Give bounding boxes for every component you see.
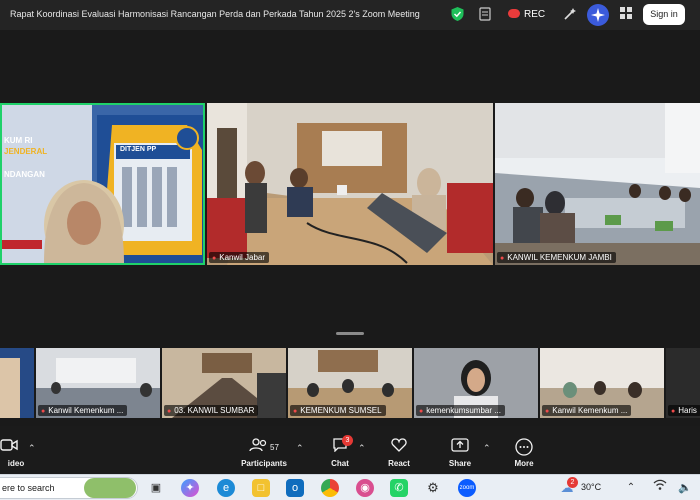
- temperature-readout: 30°C: [581, 482, 602, 492]
- ditjen-sign: DITJEN PP: [120, 146, 157, 153]
- participant-name: Kanwil Jabar: [219, 253, 266, 262]
- participant-name-label: ● KEMENKUM SUMSEL: [290, 405, 386, 416]
- copilot-icon[interactable]: ✦: [181, 479, 199, 497]
- participants-count: 57: [270, 443, 279, 452]
- chat-options-chevron-icon[interactable]: ⌃: [358, 443, 366, 454]
- participant-name: Kanwil Kemenkum ...: [552, 406, 628, 415]
- show-hidden-icons-chevron-icon[interactable]: ⌃: [622, 479, 640, 497]
- magic-wand-icon[interactable]: [562, 7, 578, 23]
- react-label: React: [388, 459, 410, 468]
- wifi-icon[interactable]: [651, 479, 669, 497]
- participant-name: 03. KANWIL SUMBAR: [174, 406, 255, 415]
- room-video: [495, 103, 700, 265]
- strip-tile-1[interactable]: ● Kanwil Kemenkum ...: [36, 348, 160, 418]
- weather-badge: 2: [567, 477, 578, 488]
- strip-tile-2[interactable]: ● 03. KANWIL SUMBAR: [162, 348, 286, 418]
- search-placeholder: ere to search: [2, 483, 55, 493]
- window-title: Rapat Koordinasi Evaluasi Harmonisasi Ra…: [10, 9, 420, 19]
- share-options-chevron-icon[interactable]: ⌃: [483, 443, 491, 454]
- grid-view-icon[interactable]: [619, 7, 633, 23]
- video-tile-kanwil-jambi[interactable]: ● KANWIL KEMENKUM JAMBI: [495, 103, 700, 265]
- muted-mic-icon: ●: [500, 255, 505, 262]
- task-view-icon[interactable]: ▣: [147, 479, 165, 497]
- participant-name: kemenkumsumbar ...: [426, 406, 501, 415]
- strip-tile-partial[interactable]: [0, 348, 34, 418]
- participant-name-label: ● Kanwil Kemenkum ...: [38, 405, 128, 416]
- meeting-stage: KUM RI JENDERAL NDANGAN DITJEN PP ● Kanw…: [0, 30, 700, 426]
- banner-line-1: KUM RI: [4, 136, 33, 145]
- ai-companion-icon[interactable]: [587, 4, 609, 26]
- participant-name-label: ● KANWIL KEMENKUM JAMBI: [497, 252, 616, 263]
- muted-mic-icon: ●: [212, 255, 217, 262]
- participant-name: Kanwil Kemenkum ...: [48, 406, 124, 415]
- muted-mic-icon: ●: [419, 408, 424, 415]
- strip-tile-3[interactable]: ● KEMENKUM SUMSEL: [288, 348, 412, 418]
- participant-name-label: ● kemenkumsumbar ...: [416, 405, 505, 416]
- participants-options-chevron-icon[interactable]: ⌃: [296, 443, 304, 454]
- muted-mic-icon: ●: [167, 408, 172, 415]
- banner-line-2: JENDERAL: [4, 147, 48, 156]
- whatsapp-icon[interactable]: ✆: [390, 479, 408, 497]
- more-label: More: [514, 459, 534, 468]
- share-label: Share: [448, 459, 472, 468]
- more-options-icon: [501, 438, 547, 457]
- shield-check-icon[interactable]: [450, 7, 464, 23]
- cloud-record-icon: [508, 9, 520, 18]
- muted-mic-icon: ●: [41, 408, 46, 415]
- participant-name-label: ● 03. KANWIL SUMBAR: [164, 405, 259, 416]
- muted-mic-icon: ●: [293, 408, 298, 415]
- participant-name: KEMENKUM SUMSEL: [300, 406, 382, 415]
- search-highlight-icon: [84, 478, 136, 498]
- resize-handle[interactable]: [336, 332, 364, 335]
- share-button[interactable]: Share: [437, 438, 483, 468]
- outlook-icon[interactable]: o: [286, 479, 304, 497]
- video-tile-kanwil-jabar[interactable]: ● Kanwil Jabar: [207, 103, 493, 265]
- banner-text: KUM RI JENDERAL NDANGAN: [4, 135, 47, 180]
- react-button[interactable]: React: [376, 438, 422, 468]
- participant-name-label: ● Haris: [668, 405, 700, 416]
- volume-icon[interactable]: 🔈: [676, 479, 694, 497]
- video-label: ideo: [7, 459, 25, 468]
- strip-tile-6[interactable]: ● Haris: [666, 348, 700, 418]
- chat-label: Chat: [331, 459, 349, 468]
- document-icon[interactable]: [478, 7, 492, 23]
- strip-video: [0, 348, 34, 418]
- muted-mic-icon: ●: [545, 408, 550, 415]
- muted-mic-icon: ●: [671, 408, 676, 415]
- video-options-chevron-icon[interactable]: ⌃: [28, 443, 36, 454]
- chrome-icon[interactable]: [321, 479, 339, 497]
- chat-button[interactable]: Chat: [317, 438, 363, 468]
- paint-icon[interactable]: ◉: [356, 479, 374, 497]
- room-video: [207, 103, 493, 265]
- rec-label: REC: [524, 9, 546, 20]
- zoom-app-icon[interactable]: zoom: [458, 479, 476, 497]
- strip-tile-5[interactable]: ● Kanwil Kemenkum ...: [540, 348, 664, 418]
- meeting-toolbar: ideo ⌃ 57 Participants ⌃ Chat 3 ⌃ React …: [0, 426, 700, 474]
- heart-icon: [376, 438, 422, 457]
- participant-name-label: ● Kanwil Jabar: [209, 252, 270, 263]
- speaker-video: [2, 105, 203, 263]
- file-explorer-icon[interactable]: □: [252, 479, 270, 497]
- participant-name: KANWIL KEMENKUM JAMBI: [507, 253, 612, 262]
- participant-name: Haris: [678, 406, 697, 415]
- edge-browser-icon[interactable]: e: [217, 479, 235, 497]
- video-tile-speaker[interactable]: KUM RI JENDERAL NDANGAN DITJEN PP: [0, 103, 205, 265]
- strip-tile-4[interactable]: ● kemenkumsumbar ...: [414, 348, 538, 418]
- banner-line-3: NDANGAN: [4, 170, 45, 179]
- participants-icon: 57: [238, 438, 290, 457]
- participant-name-label: ● Kanwil Kemenkum ...: [542, 405, 632, 416]
- participants-label: Participants: [241, 459, 287, 468]
- participants-button[interactable]: 57 Participants: [238, 438, 290, 468]
- title-bar: Rapat Koordinasi Evaluasi Harmonisasi Ra…: [0, 0, 700, 30]
- windows-taskbar: ere to search ▣ ✦ e □ o ◉ ✆ ⚙ zoom ☁ 2 3…: [0, 474, 700, 500]
- sign-in-button[interactable]: Sign in: [643, 4, 685, 25]
- record-indicator[interactable]: REC: [508, 6, 545, 24]
- more-button[interactable]: More: [501, 438, 547, 468]
- settings-gear-icon[interactable]: ⚙: [424, 479, 442, 497]
- chat-unread-badge: 3: [342, 435, 353, 446]
- chat-bubble-icon: [317, 438, 363, 457]
- share-screen-icon: [437, 438, 483, 457]
